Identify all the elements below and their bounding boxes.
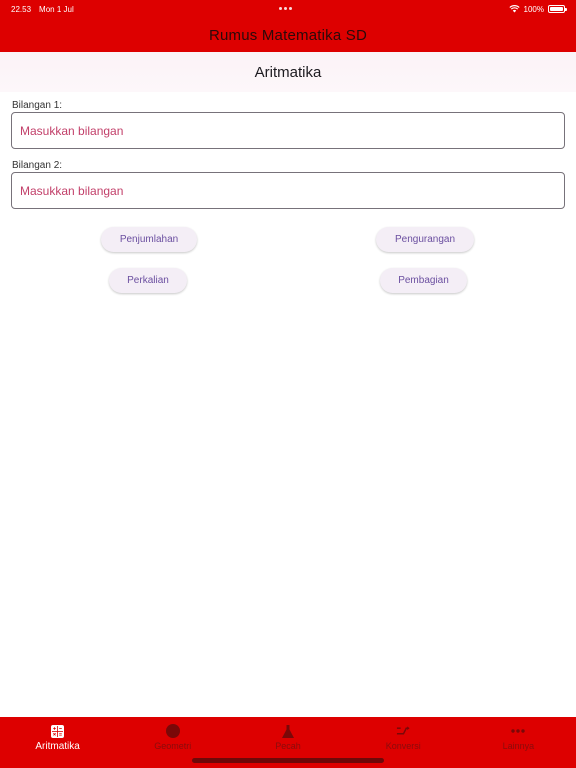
- section-title: Aritmatika: [254, 63, 322, 81]
- status-bar: 22.53 Mon 1 Jul 100%: [0, 0, 576, 18]
- status-date: Mon 1 Jul: [39, 4, 74, 14]
- perkalian-button[interactable]: Perkalian: [109, 268, 187, 293]
- nav-label-konversi: Konversi: [385, 741, 421, 751]
- bilangan-2-label: Bilangan 2:: [12, 160, 63, 171]
- multitasking-dots-icon[interactable]: [279, 7, 292, 10]
- penjumlahan-button[interactable]: Penjumlahan: [101, 227, 197, 252]
- home-indicator[interactable]: [192, 758, 384, 763]
- app-title: Rumus Matematika SD: [208, 26, 367, 44]
- nav-label-aritmatika: Aritmatika: [35, 741, 80, 752]
- nav-label-lainnya: Lainnya: [502, 741, 535, 751]
- status-left: 22.53 Mon 1 Jul: [11, 5, 74, 14]
- circle-icon: [165, 724, 180, 738]
- wifi-icon: [508, 5, 520, 13]
- section-header: Aritmatika: [0, 52, 576, 92]
- nav-item-aritmatika[interactable]: Aritmatika: [0, 717, 115, 768]
- bilangan-2-input[interactable]: [11, 172, 565, 209]
- pembagian-button[interactable]: Pembagian: [380, 268, 467, 293]
- flask-icon: [281, 724, 295, 738]
- swap-icon: [396, 724, 410, 738]
- more-icon: [511, 724, 526, 738]
- bilangan-1-label: Bilangan 1:: [12, 100, 63, 111]
- app-bar: Rumus Matematika SD: [0, 18, 576, 52]
- calculator-icon: [51, 724, 65, 738]
- nav-label-pecah: Pecah: [275, 741, 301, 751]
- pengurangan-button[interactable]: Pengurangan: [376, 227, 474, 252]
- battery-percent: 100%: [523, 4, 544, 14]
- nav-item-lainnya[interactable]: Lainnya: [461, 717, 576, 768]
- bilangan-1-input[interactable]: [11, 112, 565, 149]
- nav-label-geometri: Geometri: [154, 741, 192, 751]
- status-time: 22.53: [11, 4, 32, 14]
- status-right: 100%: [508, 4, 567, 14]
- battery-icon: [548, 5, 567, 13]
